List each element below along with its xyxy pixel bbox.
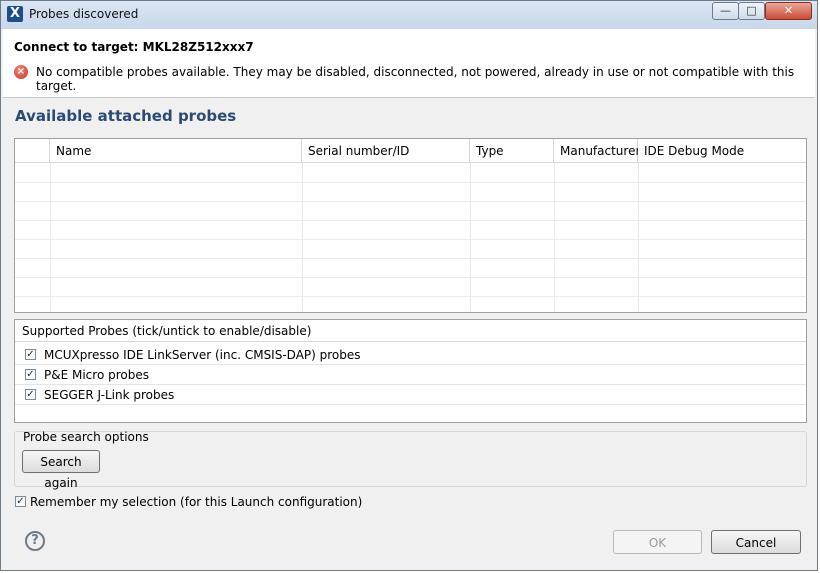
probe-label: MCUXpresso IDE LinkServer (inc. CMSIS-DA…: [44, 348, 361, 362]
probe-item-jlink[interactable]: ✓ SEGGER J-Link probes: [15, 385, 806, 405]
supported-probes-list: Supported Probes (tick/untick to enable/…: [14, 319, 807, 423]
probe-item-pemicro[interactable]: ✓ P&E Micro probes: [15, 365, 806, 385]
probe-label: P&E Micro probes: [44, 368, 149, 382]
window-title: Probes discovered: [29, 7, 139, 21]
remember-selection-label: Remember my selection (for this Launch c…: [30, 495, 363, 509]
grid-line: [638, 163, 639, 312]
probe-label: SEGGER J-Link probes: [44, 388, 175, 402]
column-header-name[interactable]: Name: [50, 139, 302, 163]
button-bar: ? OK Cancel: [3, 515, 815, 569]
grid-line: [302, 163, 303, 312]
app-icon: X: [7, 6, 23, 22]
grid-line: [15, 182, 806, 183]
probes-dialog: X Probes discovered — □ ✕ Connect to tar…: [0, 0, 818, 571]
ok-button: OK: [613, 530, 702, 554]
probe-checkbox-linkserver[interactable]: ✓: [25, 349, 36, 360]
grid-line: [470, 163, 471, 312]
probe-checkbox-jlink[interactable]: ✓: [25, 389, 36, 400]
grid-line: [15, 296, 806, 297]
column-header-debug-mode[interactable]: IDE Debug Mode: [638, 139, 806, 163]
search-again-button[interactable]: Search again: [22, 450, 100, 490]
column-header-manufacturer[interactable]: Manufacturer: [554, 139, 640, 163]
grid-line: [554, 163, 555, 312]
section-title: Available attached probes: [15, 107, 237, 125]
grid-line: [15, 258, 806, 259]
column-header-serial[interactable]: Serial number/ID: [302, 139, 470, 163]
column-header-type[interactable]: Type: [470, 139, 554, 163]
grid-line: [15, 220, 806, 221]
grid-line: [15, 201, 806, 202]
probe-checkbox-pemicro[interactable]: ✓: [25, 369, 36, 380]
probes-table[interactable]: Name Serial number/ID Type Manufacturer …: [14, 138, 807, 313]
minimize-button[interactable]: —: [712, 2, 739, 20]
error-message: No compatible probes available. They may…: [36, 65, 795, 93]
probe-item-linkserver[interactable]: ✓ MCUXpresso IDE LinkServer (inc. CMSIS-…: [15, 345, 806, 365]
grid-line: [15, 239, 806, 240]
error-icon: ×: [14, 65, 28, 79]
maximize-button[interactable]: □: [738, 2, 765, 20]
probe-search-options-label: Probe search options: [23, 430, 149, 444]
connect-title: Connect to target: MKL28Z512xxx7: [14, 40, 254, 54]
grid-line: [15, 277, 806, 278]
remember-selection-checkbox[interactable]: ✓: [15, 496, 26, 507]
message-area: Connect to target: MKL28Z512xxx7 × No co…: [3, 29, 815, 98]
close-button[interactable]: ✕: [765, 2, 812, 20]
grid-line: [50, 163, 51, 312]
supported-probes-header: Supported Probes (tick/untick to enable/…: [15, 320, 806, 342]
help-icon[interactable]: ?: [25, 531, 45, 551]
cancel-button[interactable]: Cancel: [711, 530, 801, 554]
dialog-content: Connect to target: MKL28Z512xxx7 × No co…: [3, 29, 815, 569]
title-bar[interactable]: X Probes discovered — □ ✕: [1, 1, 817, 29]
column-header-select[interactable]: [15, 139, 50, 163]
